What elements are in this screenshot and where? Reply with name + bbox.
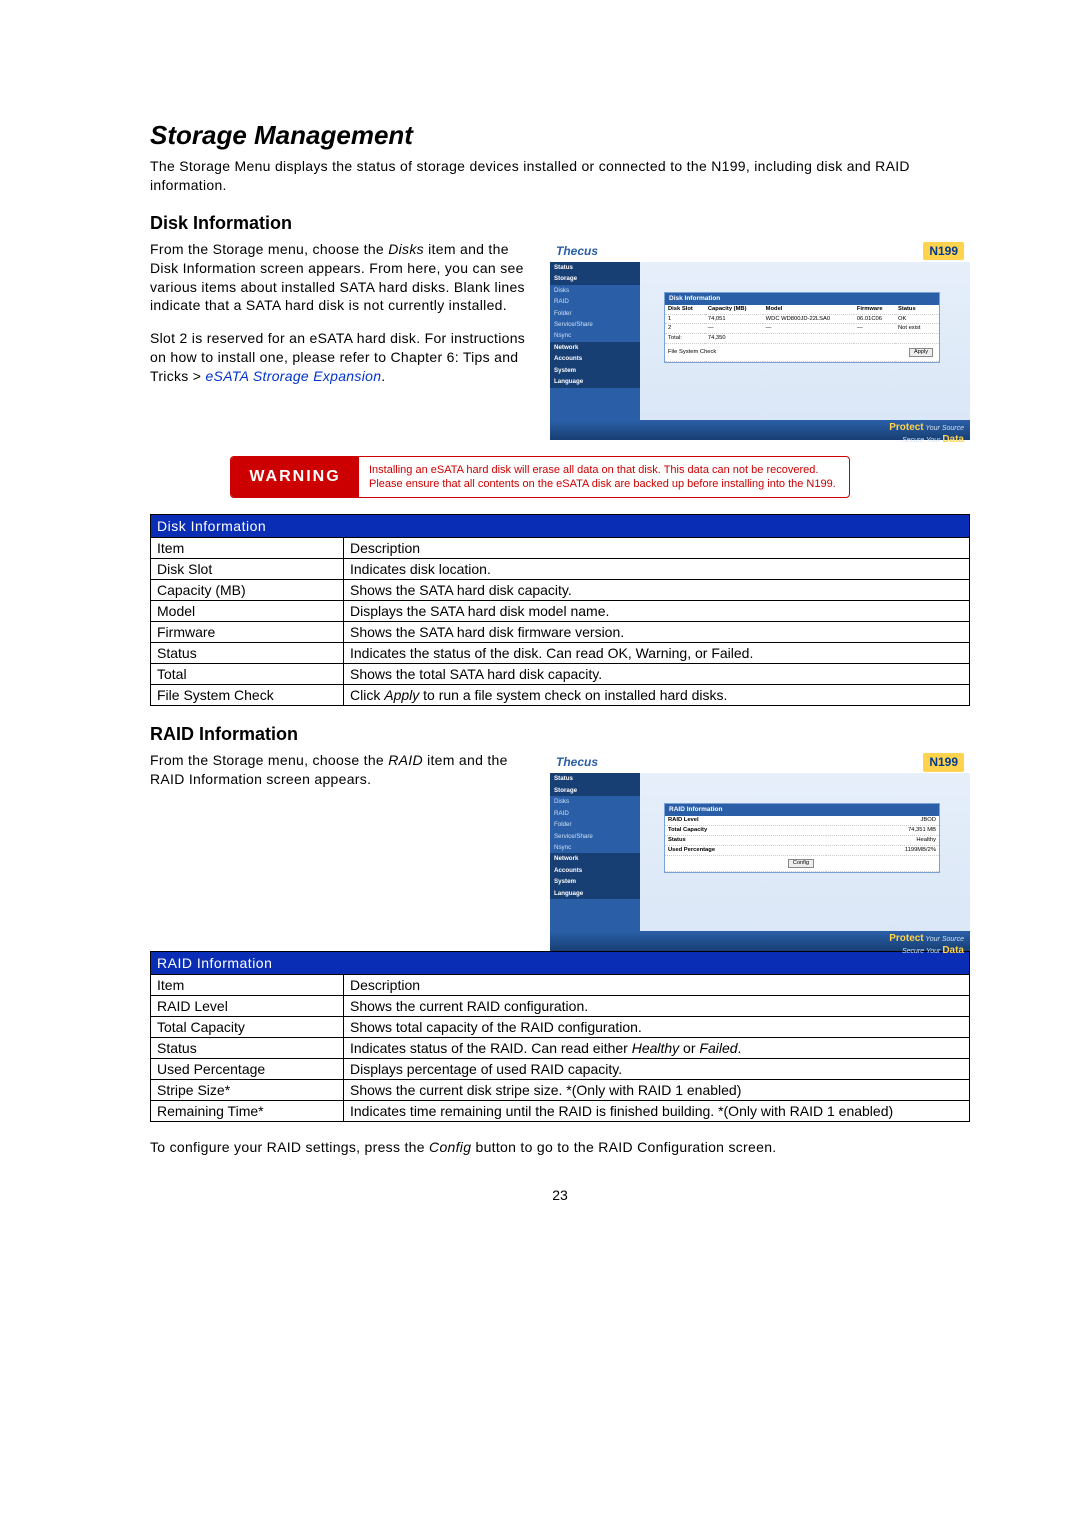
raid-info-table: RAID Information Item Description RAID L…: [150, 951, 970, 1122]
raid-info-heading: RAID Information: [150, 724, 970, 745]
col-desc: Description: [344, 975, 970, 996]
disk-info-table: Disk Information Item Description Disk S…: [150, 514, 970, 706]
table-row: File System Check Click Apply to run a f…: [151, 685, 970, 706]
sidebar-item[interactable]: Status: [550, 773, 640, 784]
disk-info-para2: Slot 2 is reserved for an eSATA hard dis…: [150, 329, 532, 386]
sidebar-item[interactable]: Service/Share: [550, 831, 640, 842]
table-row: Used PercentageDisplays percentage of us…: [151, 1059, 970, 1080]
raid-info-panel: RAID Information RAID LevelJBOD Total Ca…: [664, 803, 940, 872]
disk-info-para1: From the Storage menu, choose the Disks …: [150, 240, 532, 316]
config-button[interactable]: Config: [788, 859, 814, 868]
warning-label: WARNING: [231, 457, 359, 498]
raid-info-para: From the Storage menu, choose the RAID i…: [150, 751, 532, 789]
table-title: RAID Information: [151, 952, 970, 975]
sidebar-item[interactable]: Disks: [550, 285, 640, 296]
sidebar-item[interactable]: Accounts: [550, 353, 640, 364]
warning-message: Installing an eSATA hard disk will erase…: [359, 457, 849, 498]
table-row: Capacity (MB)Shows the SATA hard disk ca…: [151, 580, 970, 601]
sidebar-item[interactable]: System: [550, 365, 640, 376]
page: Storage Management The Storage Menu disp…: [10, 0, 1070, 1263]
disk-info-heading: Disk Information: [150, 213, 970, 234]
sidebar-item[interactable]: Disks: [550, 796, 640, 807]
table-row: Disk SlotIndicates disk location.: [151, 559, 970, 580]
intro-paragraph: The Storage Menu displays the status of …: [150, 157, 970, 195]
disk-info-screenshot: Thecus N199 Status Storage Disks RAID Fo…: [550, 240, 970, 440]
sidebar-item[interactable]: Storage: [550, 273, 640, 284]
raid-info-row: From the Storage menu, choose the RAID i…: [150, 751, 970, 951]
page-number: 23: [150, 1187, 970, 1203]
logo: Thecus: [556, 244, 598, 258]
panel-title: RAID Information: [665, 804, 939, 816]
brand-badge: N199: [923, 242, 964, 260]
raid-info-screenshot: Thecus N199 Status Storage Disks RAID Fo…: [550, 751, 970, 951]
sidebar: Status Storage Disks RAID Folder Service…: [550, 773, 640, 933]
table-row: Status Indicates status of the RAID. Can…: [151, 1038, 970, 1059]
table-row: Stripe Size*Shows the current disk strip…: [151, 1080, 970, 1101]
disk-info-row: From the Storage menu, choose the Disks …: [150, 240, 970, 440]
table-row: StatusIndicates the status of the disk. …: [151, 643, 970, 664]
brand-badge: N199: [923, 753, 964, 771]
table-row: FirmwareShows the SATA hard disk firmwar…: [151, 622, 970, 643]
table-row: RAID LevelShows the current RAID configu…: [151, 996, 970, 1017]
sidebar-item[interactable]: Service/Share: [550, 319, 640, 330]
sidebar-item[interactable]: RAID: [550, 808, 640, 819]
section-title: Storage Management: [150, 120, 970, 151]
col-item: Item: [151, 538, 344, 559]
config-note: To configure your RAID settings, press t…: [150, 1138, 970, 1157]
esata-link: eSATA Strorage Expansion: [205, 368, 381, 384]
sidebar-item[interactable]: Accounts: [550, 865, 640, 876]
col-item: Item: [151, 975, 344, 996]
table-row: TotalShows the total SATA hard disk capa…: [151, 664, 970, 685]
table-row: ModelDisplays the SATA hard disk model n…: [151, 601, 970, 622]
sidebar-item[interactable]: Folder: [550, 308, 640, 319]
table-row: Total CapacityShows total capacity of th…: [151, 1017, 970, 1038]
table-row: Remaining Time*Indicates time remaining …: [151, 1101, 970, 1122]
sidebar-item[interactable]: Folder: [550, 819, 640, 830]
sidebar-item[interactable]: Nsync: [550, 842, 640, 853]
sidebar-item[interactable]: Language: [550, 376, 640, 387]
sidebar-item[interactable]: Network: [550, 853, 640, 864]
sidebar-item[interactable]: Nsync: [550, 330, 640, 341]
warning-box: WARNING Installing an eSATA hard disk wi…: [230, 456, 850, 499]
sidebar-item[interactable]: RAID: [550, 296, 640, 307]
sidebar-item[interactable]: Network: [550, 342, 640, 353]
disk-info-panel: Disk Information Disk Slot Capacity (MB)…: [664, 292, 940, 363]
sidebar-item[interactable]: Language: [550, 888, 640, 899]
apply-button[interactable]: Apply: [909, 348, 933, 357]
sidebar-item[interactable]: System: [550, 876, 640, 887]
col-desc: Description: [344, 538, 970, 559]
sidebar-item[interactable]: Status: [550, 262, 640, 273]
table-title: Disk Information: [151, 515, 970, 538]
panel-title: Disk Information: [665, 293, 939, 305]
sidebar: Status Storage Disks RAID Folder Service…: [550, 262, 640, 422]
sidebar-item[interactable]: Storage: [550, 785, 640, 796]
logo: Thecus: [556, 755, 598, 769]
